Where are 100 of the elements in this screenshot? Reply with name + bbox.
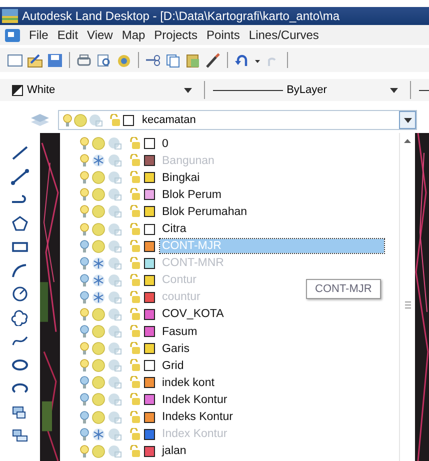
lightbulb-icon[interactable] [80,205,89,218]
layer-name[interactable]: Blok Perumahan [160,204,250,219]
color-swatch[interactable] [144,343,155,354]
save-icon[interactable] [47,52,63,68]
cloud-icon[interactable] [11,310,29,326]
viewport-icon[interactable] [108,325,122,338]
layer-name[interactable]: Grid [160,358,186,373]
layer-name[interactable]: Indeks Kontur [160,410,235,424]
color-swatch[interactable] [144,308,155,320]
snowflake-icon[interactable] [92,256,105,270]
layer-name[interactable]: Citra [160,222,188,236]
circle-icon[interactable] [11,286,29,302]
viewport-icon[interactable] [108,359,122,372]
viewport-icon[interactable] [89,114,103,126]
layer-name[interactable]: Blok Perum [160,188,224,202]
layer-name[interactable]: Bingkai [160,170,202,185]
lightbulb-icon[interactable] [80,274,89,287]
snowflake-icon[interactable] [92,274,105,287]
viewport-icon[interactable] [108,205,122,218]
dropdown-caret-icon[interactable] [184,88,192,92]
color-swatch[interactable] [144,138,155,150]
lightbulb-icon[interactable] [80,325,89,338]
menu-item[interactable]: Edit [57,28,78,42]
menu-item[interactable]: Points [206,28,240,42]
brush-icon[interactable] [205,52,221,68]
undo-icon[interactable] [234,52,250,68]
document-icon[interactable] [5,28,20,42]
snowflake-icon[interactable] [92,154,105,168]
sun-icon[interactable] [92,444,105,458]
rectangle-icon[interactable] [11,239,29,255]
lightbulb-icon[interactable] [80,393,89,406]
layer-name[interactable]: COV_KOTA [160,307,226,322]
lightbulb-icon[interactable] [80,256,89,270]
color-swatch[interactable] [144,172,155,184]
linetype-dropdown[interactable]: ByLayer [212,81,402,99]
sun-icon[interactable] [92,342,105,356]
color-swatch[interactable] [144,224,155,235]
color-dropdown[interactable]: White [12,81,196,99]
open-folder-icon[interactable] [27,52,43,68]
sun-icon[interactable] [92,393,105,406]
layer-name[interactable]: Indek Kontur [160,392,230,407]
color-swatch[interactable] [144,326,155,338]
lightbulb-icon[interactable] [80,410,89,424]
menu-item[interactable]: View [87,28,113,42]
lightbulb-icon[interactable] [80,188,89,202]
lightbulb-icon[interactable] [80,359,89,372]
sun-icon[interactable] [92,137,105,150]
layer-name[interactable]: indek kont [160,376,216,390]
sun-icon[interactable] [92,410,105,424]
layers-icon[interactable] [30,113,50,127]
color-swatch[interactable] [144,292,155,303]
scroll-up-icon[interactable] [404,139,411,143]
pentagon-icon[interactable] [11,216,29,232]
color-swatch[interactable] [144,274,155,286]
snowflake-icon[interactable] [92,428,105,441]
lightbulb-icon[interactable] [80,171,89,184]
sun-icon[interactable] [92,188,105,202]
menu-item[interactable]: Lines/Curves [248,28,319,42]
color-swatch[interactable] [144,155,155,166]
viewport-icon[interactable] [108,376,122,390]
color-swatch[interactable] [144,206,155,218]
color-swatch[interactable] [144,258,155,269]
sun-icon[interactable] [92,205,105,218]
dropdown-caret-icon[interactable] [390,88,398,92]
layer-name[interactable]: 0 [160,136,170,151]
polyline-tool-icon[interactable] [11,168,29,184]
layer-name[interactable]: Garis [160,342,192,356]
sun-icon[interactable] [74,114,87,126]
layer-name[interactable]: Fasum [160,324,200,339]
lightbulb-icon[interactable] [80,342,89,356]
preview-icon[interactable] [96,52,112,68]
snowflake-icon[interactable] [92,290,105,304]
color-swatch[interactable] [144,394,155,406]
grip-icon[interactable] [404,301,410,309]
copy-icon[interactable] [165,52,181,68]
viewport-icon[interactable] [108,188,122,202]
sun-icon[interactable] [92,308,105,321]
caret-icon[interactable] [404,118,412,122]
publish-icon[interactable] [116,52,132,68]
viewport-icon[interactable] [108,222,122,236]
color-swatch[interactable] [144,446,155,457]
sun-icon[interactable] [92,222,105,236]
lightbulb-icon[interactable] [80,308,89,321]
lightbulb-icon[interactable] [80,444,89,458]
color-swatch[interactable] [144,189,155,200]
color-swatch[interactable] [144,428,155,440]
sun-icon[interactable] [92,359,105,372]
lightbulb-icon[interactable] [80,376,89,390]
layer-dropdown[interactable]: kecamatan [58,110,417,130]
sun-icon[interactable] [92,240,105,253]
color-swatch[interactable] [144,412,155,423]
color-swatch[interactable] [123,114,134,126]
lightbulb-icon[interactable] [80,240,89,253]
lightbulb-icon[interactable] [80,137,89,150]
menu-item[interactable]: Map [122,28,146,42]
viewport-icon[interactable] [108,342,122,356]
color-swatch[interactable] [144,377,155,388]
lightbulb-icon[interactable] [80,428,89,441]
make-block-icon[interactable] [11,427,29,443]
lightbulb-icon[interactable] [63,114,72,126]
